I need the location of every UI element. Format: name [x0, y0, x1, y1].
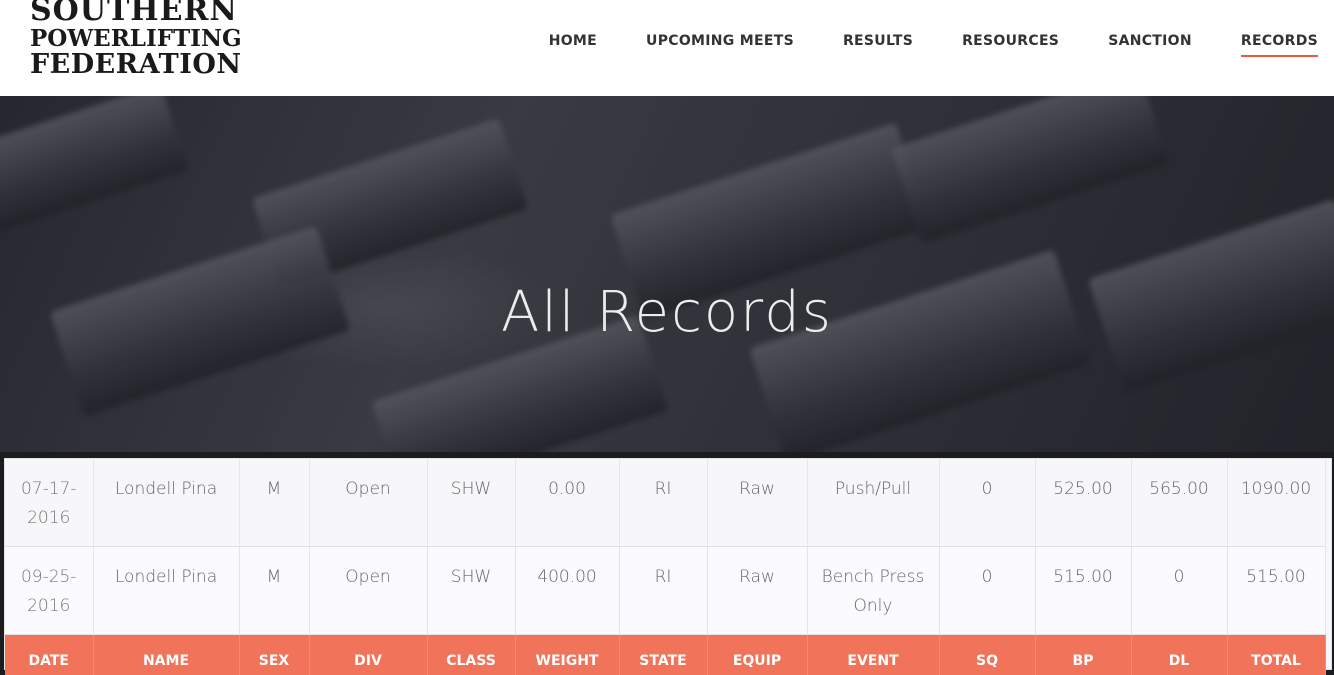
cell-div: Open [309, 546, 428, 635]
logo-line-3: Federation [30, 49, 242, 80]
column-header-sex[interactable]: SEX [239, 634, 310, 675]
column-header-state[interactable]: STATE [619, 634, 708, 675]
records-table: 07-17-2016 Londell Pina M Open SHW 0.00 … [4, 458, 1332, 675]
hero-overlay [0, 96, 1334, 452]
cell-event: Push/Pull [807, 459, 940, 547]
cell-state: RI [619, 546, 708, 635]
column-header-event[interactable]: EVENT [807, 634, 940, 675]
nav-results[interactable]: RESULTS [843, 33, 913, 55]
cell-name: Londell Pina [93, 459, 240, 547]
column-header-class[interactable]: CLASS [427, 634, 516, 675]
nav-sanction[interactable]: SANCTION [1108, 33, 1192, 55]
table-header-row: DATE NAME SEX DIV CLASS WEIGHT STATE EQU… [5, 634, 1326, 675]
column-header-dl[interactable]: DL [1131, 634, 1228, 675]
cell-sex: M [239, 459, 310, 547]
nav-resources[interactable]: RESOURCES [962, 33, 1059, 55]
site-logo[interactable]: Southern Powerlifting Federation [30, 0, 270, 78]
column-header-name[interactable]: NAME [93, 634, 240, 675]
site-header: Southern Powerlifting Federation HOME UP… [0, 0, 1334, 96]
cell-weight: 0.00 [515, 459, 620, 547]
cell-weight: 400.00 [515, 546, 620, 635]
table-row: 07-17-2016 Londell Pina M Open SHW 0.00 … [5, 459, 1326, 547]
cell-date: 09-25-2016 [5, 546, 94, 635]
cell-name: Londell Pina [93, 546, 240, 635]
logo-line-2: Powerlifting [30, 25, 242, 52]
cell-state: RI [619, 459, 708, 547]
cell-bp: 525.00 [1035, 459, 1132, 547]
cell-sq: 0 [939, 546, 1036, 635]
cell-bp: 515.00 [1035, 546, 1132, 635]
cell-equip: Raw [707, 546, 808, 635]
cell-total: 515.00 [1227, 546, 1326, 635]
column-header-bp[interactable]: BP [1035, 634, 1132, 675]
cell-event: Bench Press Only [807, 546, 940, 635]
cell-sq: 0 [939, 459, 1036, 547]
cell-date: 07-17-2016 [5, 459, 94, 547]
column-header-equip[interactable]: EQUIP [707, 634, 808, 675]
cell-div: Open [309, 459, 428, 547]
nav-records[interactable]: RECORDS [1240, 33, 1319, 57]
page-title: All Records [501, 280, 833, 345]
main-nav: HOME UPCOMING MEETS RESULTS RESOURCES SA… [500, 33, 1319, 57]
logo-line-1: Southern [30, 0, 238, 28]
nav-upcoming-meets[interactable]: UPCOMING MEETS [646, 33, 794, 55]
hero-banner: All Records [0, 96, 1334, 452]
cell-dl: 0 [1131, 546, 1228, 635]
cell-total: 1090.00 [1227, 459, 1326, 547]
column-header-weight[interactable]: WEIGHT [515, 634, 620, 675]
cell-class: SHW [427, 546, 516, 635]
column-header-sq[interactable]: SQ [939, 634, 1036, 675]
column-header-date[interactable]: DATE [5, 634, 94, 675]
cell-sex: M [239, 546, 310, 635]
nav-home[interactable]: HOME [549, 33, 597, 55]
column-header-div[interactable]: DIV [309, 634, 428, 675]
column-header-total[interactable]: TOTAL [1227, 634, 1326, 675]
cell-class: SHW [427, 459, 516, 547]
cell-equip: Raw [707, 459, 808, 547]
cell-dl: 565.00 [1131, 459, 1228, 547]
table-row: 09-25-2016 Londell Pina M Open SHW 400.0… [5, 546, 1326, 635]
